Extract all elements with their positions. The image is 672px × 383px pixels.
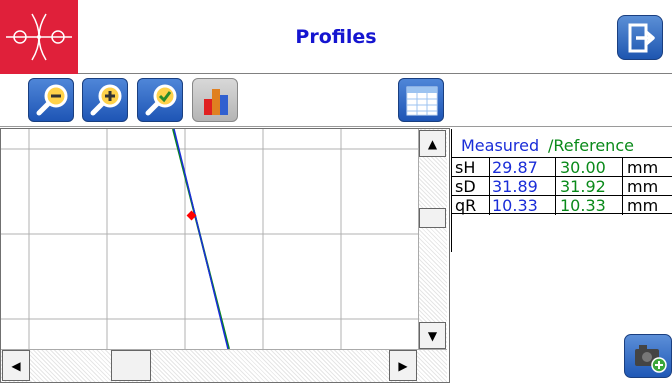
row-label: sD <box>455 177 476 196</box>
add-snapshot-button[interactable] <box>624 334 672 378</box>
table-icon <box>406 86 438 116</box>
zoom-fit-button[interactable] <box>137 78 183 122</box>
profile-plot[interactable] <box>0 128 450 383</box>
scroll-right-button[interactable]: ▶ <box>389 350 417 381</box>
unit-label: mm <box>627 177 659 196</box>
unit-label: mm <box>627 196 659 215</box>
table-view-button[interactable] <box>398 78 444 122</box>
measured-value: 10.33 <box>492 196 538 215</box>
reference-value: 31.92 <box>560 177 606 196</box>
zoom-fit-icon <box>145 84 177 116</box>
table-row: qR 10.33 10.33 mm <box>452 195 672 215</box>
zoom-in-icon <box>90 84 122 116</box>
measurement-table: Measured /Reference sH 29.87 30.00 mm sD… <box>451 129 672 252</box>
row-label: qR <box>455 196 477 215</box>
column-divider <box>622 157 623 215</box>
vertical-scrollbar[interactable] <box>418 129 447 349</box>
zoom-out-button[interactable] <box>28 78 74 122</box>
page-title: Profiles <box>295 26 377 48</box>
plot-canvas <box>1 129 419 349</box>
scroll-down-button[interactable]: ▼ <box>419 322 446 349</box>
bar-chart-icon <box>204 89 228 115</box>
exit-icon <box>628 23 655 53</box>
column-divider <box>555 157 556 215</box>
table-row: sD 31.89 31.92 mm <box>452 176 672 196</box>
measured-value: 29.87 <box>492 158 538 177</box>
measured-profile-line <box>173 129 229 349</box>
scroll-up-button[interactable]: ▲ <box>419 130 446 157</box>
unit-label: mm <box>627 158 659 177</box>
horizontal-scroll-thumb[interactable] <box>111 350 151 381</box>
reference-header: /Reference <box>548 136 634 155</box>
measured-value: 31.89 <box>492 177 538 196</box>
vertical-scroll-thumb[interactable] <box>419 208 446 228</box>
zoom-in-button[interactable] <box>82 78 128 122</box>
horizontal-scrollbar[interactable] <box>1 349 447 382</box>
scroll-left-button[interactable]: ◀ <box>2 350 30 381</box>
plot-grid <box>1 129 419 349</box>
camera-add-icon <box>635 345 667 373</box>
zoom-out-icon <box>36 84 68 116</box>
reference-value: 30.00 <box>560 158 606 177</box>
measured-header: Measured <box>461 136 540 155</box>
column-divider <box>489 157 490 215</box>
reference-value: 10.33 <box>560 196 606 215</box>
chart-button[interactable] <box>192 78 238 122</box>
table-row: sH 29.87 30.00 mm <box>452 157 672 177</box>
row-label: sH <box>455 158 476 177</box>
exit-button[interactable] <box>617 15 663 60</box>
